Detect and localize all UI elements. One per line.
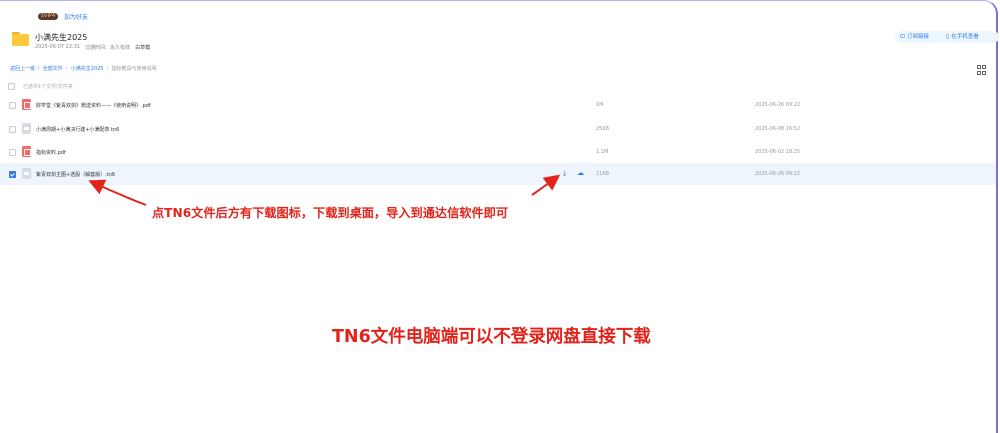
file-date: 2025-06-26 09:22: [755, 102, 801, 108]
file-row[interactable]: 财学堂《紫青双剑》赠送资料——《使用说明》.pdf 1M 2025-06-26 …: [0, 94, 996, 116]
link-icon: ⊡: [900, 33, 906, 40]
subscribe-link-label: 订阅链接: [907, 34, 930, 40]
breadcrumb-folder[interactable]: 小满先生2025: [71, 65, 104, 72]
select-all-checkbox[interactable]: [8, 83, 15, 90]
folder-icon: [12, 32, 29, 46]
subscribe-link-button[interactable]: ⊡ 订阅链接: [895, 31, 947, 43]
share-expiry: 过期时间：永久有效: [85, 45, 131, 51]
view-on-phone-button[interactable]: ▯ 在手机查看: [941, 31, 999, 43]
row-checkbox[interactable]: [9, 126, 16, 133]
phone-icon: ▯: [946, 33, 950, 40]
file-row-selected[interactable]: 紫青双剑主图+选股（解套版）.tn6 ⤓ ☁ 11KB 2025-06-26 0…: [0, 163, 996, 185]
pdf-file-icon: [22, 99, 31, 110]
breadcrumb-current: 指标教具与使用说明: [111, 66, 157, 72]
select-all-label: 已选中1个文件/文件夹: [23, 84, 73, 90]
file-name[interactable]: 指标资料.pdf: [36, 149, 66, 156]
file-date: 2025-06-26 09:22: [755, 171, 801, 177]
file-date: 2025-06-08 16:52: [755, 126, 801, 132]
annotation-headline: TN6文件电脑端可以不登录网盘直接下载: [332, 327, 651, 347]
download-icon[interactable]: ⤓: [560, 169, 569, 178]
file-row[interactable]: 小满周期+小满决行建+小满配饰.tn6 25KB 2025-06-08 16:5…: [0, 118, 996, 140]
select-all-row[interactable]: 已选中1个文件/文件夹: [8, 83, 73, 90]
file-size: 25KB: [596, 126, 610, 132]
file-row[interactable]: 指标资料.pdf 1.1M 2025-06-02 18:25: [0, 141, 996, 163]
row-checkbox[interactable]: [9, 102, 16, 109]
grid-view-icon[interactable]: [977, 65, 986, 75]
file-size: 1M: [596, 102, 604, 108]
file-name[interactable]: 小满周期+小满决行建+小满配饰.tn6: [36, 126, 119, 133]
vip-badge: SVIP4: [38, 12, 58, 20]
file-name[interactable]: 财学堂《紫青双剑》赠送资料——《使用说明》.pdf: [36, 102, 151, 109]
row-checkbox[interactable]: [9, 171, 16, 178]
cloud-save-icon[interactable]: ☁: [576, 169, 585, 178]
share-owner: 白草模: [135, 45, 151, 51]
share-title: 小满先生2025: [35, 33, 88, 42]
share-created: 2025-06-07 22:31: [35, 44, 81, 50]
pdf-file-icon: [22, 146, 31, 157]
view-on-phone-label: 在手机查看: [951, 34, 979, 40]
annotation-instruction: 点TN6文件后方有下载图标，下载到桌面，导入到通达信软件即可: [152, 206, 509, 220]
add-friend-link[interactable]: 加为好友: [64, 12, 88, 21]
header-bar: SVIP4 加为好友: [38, 11, 88, 21]
generic-file-icon: [22, 168, 31, 179]
share-meta: 2025-06-07 22:31 过期时间：永久有效 白草模: [35, 44, 150, 51]
file-name[interactable]: 紫青双剑主图+选股（解套版）.tn6: [36, 171, 115, 178]
generic-file-icon: [22, 123, 31, 134]
breadcrumb-back[interactable]: 返回上一级: [10, 65, 35, 72]
file-size: 11KB: [596, 171, 610, 177]
row-checkbox[interactable]: [9, 149, 16, 156]
file-size: 1.1M: [596, 149, 609, 155]
breadcrumb: 返回上一级 | 全部文件 › 小满先生2025 › 指标教具与使用说明: [10, 65, 157, 72]
file-date: 2025-06-02 18:25: [755, 149, 801, 155]
breadcrumb-all-files[interactable]: 全部文件: [43, 65, 63, 72]
